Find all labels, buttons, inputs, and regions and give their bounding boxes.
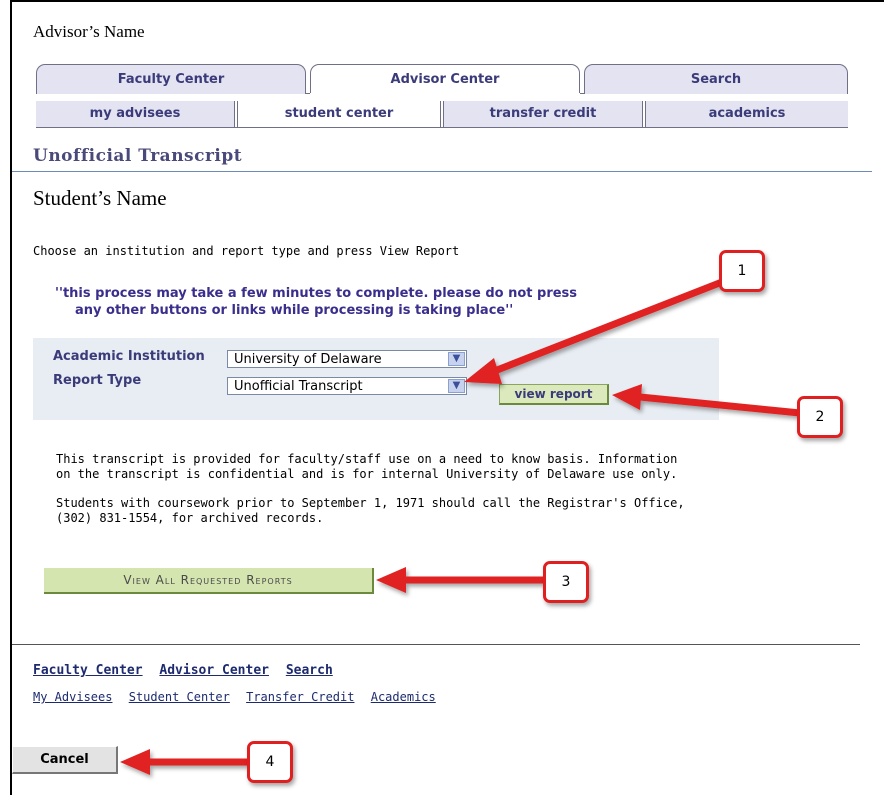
callout-2: 2 [797,396,843,438]
annotation-arrows [120,278,804,775]
callout-3: 3 [543,561,589,603]
callout-1: 1 [719,250,765,292]
callout-4: 4 [247,741,293,783]
red-arrow-icon [612,384,804,417]
red-arrow-icon [376,567,549,593]
red-arrow-icon [120,749,253,775]
red-arrow-icon [464,278,726,384]
